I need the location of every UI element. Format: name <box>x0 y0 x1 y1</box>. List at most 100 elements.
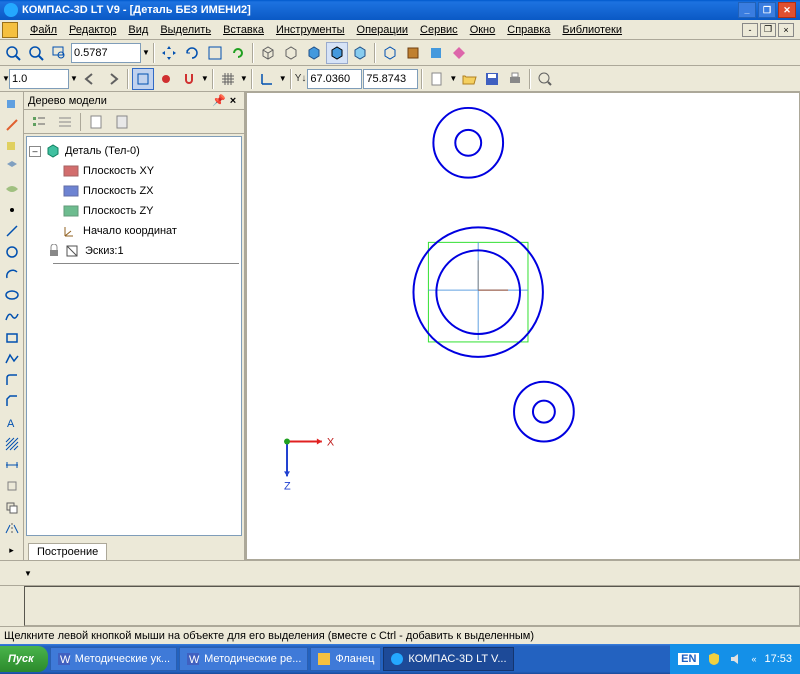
tree-item[interactable]: Начало координат <box>29 221 239 241</box>
tool-cut-icon[interactable] <box>2 137 22 156</box>
tool-chamfer-icon[interactable] <box>2 392 22 411</box>
taskbar-item[interactable]: WМетодические ре... <box>179 647 308 671</box>
refresh-icon[interactable] <box>227 42 249 64</box>
perspective-icon[interactable] <box>349 42 371 64</box>
menu-help[interactable]: Справка <box>501 22 556 38</box>
tool-spline-icon[interactable] <box>2 307 22 326</box>
menu-tools[interactable]: Инструменты <box>270 22 351 38</box>
grid-icon[interactable] <box>217 68 239 90</box>
zoom-out-icon[interactable] <box>25 42 47 64</box>
zoom-window-icon[interactable] <box>48 42 70 64</box>
menu-select[interactable]: Выделить <box>154 22 217 38</box>
menu-editor[interactable]: Редактор <box>63 22 122 38</box>
tree-relations-icon[interactable] <box>85 111 107 133</box>
coord-x-input[interactable] <box>307 69 362 89</box>
snap-rounding-icon[interactable] <box>155 68 177 90</box>
tray-volume-icon[interactable] <box>729 652 743 666</box>
tool-more-icon[interactable]: ▸ <box>2 541 22 560</box>
menu-insert[interactable]: Вставка <box>217 22 270 38</box>
menu-view[interactable]: Вид <box>122 22 154 38</box>
new-icon[interactable] <box>426 68 448 90</box>
tool-extrude-icon[interactable] <box>2 94 22 113</box>
print-icon[interactable] <box>504 68 526 90</box>
menu-service[interactable]: Сервис <box>414 22 464 38</box>
tool-ellipse-icon[interactable] <box>2 285 22 304</box>
pan-icon[interactable] <box>158 42 180 64</box>
preview-icon[interactable] <box>534 68 556 90</box>
tool-constraint-icon[interactable] <box>2 477 22 496</box>
doc-restore-button[interactable]: ❐ <box>760 23 776 37</box>
orientation-icon[interactable] <box>379 42 401 64</box>
start-button[interactable]: Пуск <box>0 646 48 672</box>
tab-build[interactable]: Построение <box>28 543 107 560</box>
menu-window[interactable]: Окно <box>464 22 502 38</box>
close-button[interactable]: ✕ <box>778 2 796 18</box>
minimize-button[interactable]: _ <box>738 2 756 18</box>
system-tray[interactable]: EN « 17:53 <box>670 644 800 674</box>
tree-display-icon[interactable] <box>54 111 76 133</box>
local-cs-icon[interactable] <box>256 68 278 90</box>
hidden-lines-icon[interactable] <box>280 42 302 64</box>
tree-item[interactable]: Плоскость ZY <box>29 201 239 221</box>
tree-props-icon[interactable] <box>111 111 133 133</box>
clip-icon[interactable] <box>448 42 470 64</box>
step-back-icon[interactable] <box>79 68 101 90</box>
coord-y-input[interactable] <box>363 69 418 89</box>
tray-shield-icon[interactable] <box>707 652 721 666</box>
tool-fillet-icon[interactable] <box>2 370 22 389</box>
tree-item[interactable]: Плоскость ZX <box>29 181 239 201</box>
drawing-canvas[interactable]: X Z <box>246 92 800 560</box>
step-fwd-icon[interactable] <box>102 68 124 90</box>
language-indicator[interactable]: EN <box>678 653 699 665</box>
tree-config-icon[interactable] <box>28 111 50 133</box>
model-tree[interactable]: – Деталь (Тел-0) Плоскость XY Плоскость … <box>26 136 242 536</box>
tree-root[interactable]: – Деталь (Тел-0) <box>29 141 239 161</box>
tool-point-icon[interactable] <box>2 200 22 219</box>
tool-circle-icon[interactable] <box>2 243 22 262</box>
tool-text-icon[interactable]: A <box>2 413 22 432</box>
tool-spatial-icon[interactable] <box>2 158 22 177</box>
tool-dimension-icon[interactable] <box>2 456 22 475</box>
zoom-value-input[interactable] <box>71 43 141 63</box>
tool-mirror-icon[interactable] <box>2 519 22 538</box>
rotate-icon[interactable] <box>181 42 203 64</box>
scale-input[interactable] <box>9 69 69 89</box>
taskbar-item-active[interactable]: КОМПАС-3D LT V... <box>383 647 513 671</box>
tool-polyline-icon[interactable] <box>2 349 22 368</box>
view-cube-icon[interactable] <box>402 42 424 64</box>
tool-sketch-icon[interactable] <box>2 115 22 134</box>
taskbar-item[interactable]: Фланец <box>310 647 381 671</box>
ortho-icon[interactable] <box>132 68 154 90</box>
svg-text:W: W <box>60 654 71 666</box>
shaded-edges-icon[interactable] <box>326 42 348 64</box>
save-icon[interactable] <box>481 68 503 90</box>
tool-copy-icon[interactable] <box>2 498 22 517</box>
shaded-icon[interactable] <box>303 42 325 64</box>
wireframe-icon[interactable] <box>257 42 279 64</box>
tree-item[interactable]: Плоскость XY <box>29 161 239 181</box>
tool-surface-icon[interactable] <box>2 179 22 198</box>
title-bar: КОМПАС-3D LT V9 - [Деталь БЕЗ ИМЕНИ2] _ … <box>0 0 800 20</box>
fit-icon[interactable] <box>204 42 226 64</box>
doc-minimize-button[interactable]: - <box>742 23 758 37</box>
panel-pin-icon[interactable]: 📌 <box>212 94 226 108</box>
section-icon[interactable] <box>425 42 447 64</box>
panel-close-icon[interactable]: × <box>226 94 240 108</box>
tray-collapse-icon[interactable]: « <box>751 654 756 664</box>
snap-icon[interactable] <box>178 68 200 90</box>
tool-hatch-icon[interactable] <box>2 434 22 453</box>
menu-file[interactable]: Файл <box>24 22 63 38</box>
open-icon[interactable] <box>458 68 480 90</box>
taskbar-item[interactable]: WМетодические ук... <box>50 647 177 671</box>
property-bar: ▼ <box>0 560 800 586</box>
zoom-in-icon[interactable] <box>2 42 24 64</box>
clock[interactable]: 17:53 <box>764 653 792 665</box>
menu-libraries[interactable]: Библиотеки <box>556 22 628 38</box>
doc-close-button[interactable]: × <box>778 23 794 37</box>
tool-arc-icon[interactable] <box>2 264 22 283</box>
restore-button[interactable]: ❐ <box>758 2 776 18</box>
tool-line-icon[interactable] <box>2 222 22 241</box>
menu-operations[interactable]: Операции <box>351 22 414 38</box>
tool-rect-icon[interactable] <box>2 328 22 347</box>
tree-item[interactable]: Эскиз:1 <box>29 241 239 261</box>
